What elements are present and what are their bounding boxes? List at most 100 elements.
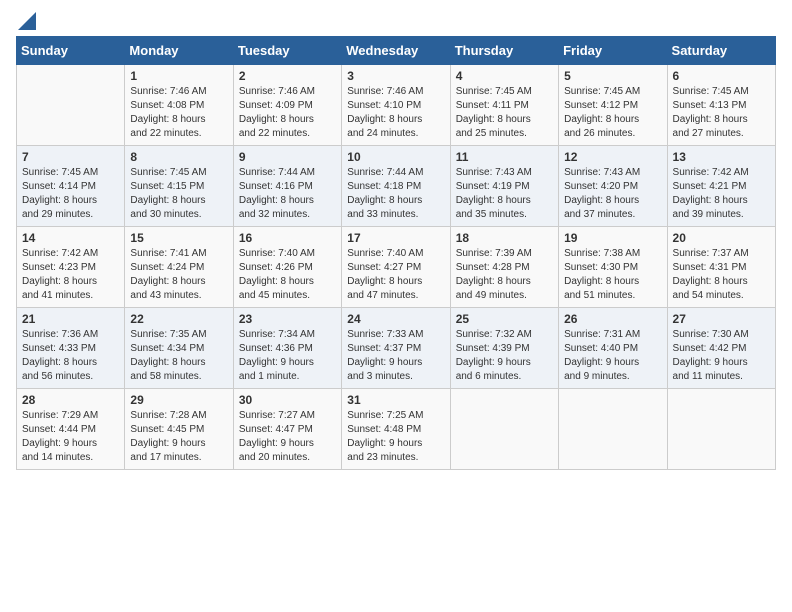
day-number: 12	[564, 150, 661, 164]
day-number: 18	[456, 231, 553, 245]
calendar-cell: 10 Sunrise: 7:44 AM Sunset: 4:18 PM Dayli…	[342, 146, 450, 227]
day-info: Sunrise: 7:27 AM Sunset: 4:47 PM Dayligh…	[239, 409, 336, 465]
day-info: Sunrise: 7:37 AM Sunset: 4:31 PM Dayligh…	[673, 247, 770, 303]
day-number: 17	[347, 231, 444, 245]
header-thursday: Thursday	[450, 37, 558, 65]
day-info: Sunrise: 7:31 AM Sunset: 4:40 PM Dayligh…	[564, 328, 661, 384]
day-info: Sunrise: 7:45 AM Sunset: 4:14 PM Dayligh…	[22, 166, 119, 222]
calendar-cell	[559, 389, 667, 470]
day-number: 9	[239, 150, 336, 164]
calendar-week-row: 28Sunrise: 7:29 AM Sunset: 4:44 PM Dayli…	[17, 389, 776, 470]
calendar-cell: 6 Sunrise: 7:45 AM Sunset: 4:13 PM Daylig…	[667, 65, 775, 146]
day-info: Sunrise: 7:46 AM Sunset: 4:10 PM Dayligh…	[347, 85, 444, 141]
day-info: Sunrise: 7:34 AM Sunset: 4:36 PM Dayligh…	[239, 328, 336, 384]
calendar-header-row: SundayMondayTuesdayWednesdayThursdayFrid…	[17, 37, 776, 65]
calendar-cell: 7 Sunrise: 7:45 AM Sunset: 4:14 PM Daylig…	[17, 146, 125, 227]
day-number: 10	[347, 150, 444, 164]
calendar-cell: 29 Sunrise: 7:28 AM Sunset: 4:45 PM Dayli…	[125, 389, 233, 470]
day-info: Sunrise: 7:45 AM Sunset: 4:15 PM Dayligh…	[130, 166, 227, 222]
day-info: Sunrise: 7:45 AM Sunset: 4:13 PM Dayligh…	[673, 85, 770, 141]
day-info: Sunrise: 7:44 AM Sunset: 4:16 PM Dayligh…	[239, 166, 336, 222]
day-number: 4	[456, 69, 553, 83]
day-info: Sunrise: 7:40 AM Sunset: 4:27 PM Dayligh…	[347, 247, 444, 303]
calendar-cell: 25 Sunrise: 7:32 AM Sunset: 4:39 PM Dayli…	[450, 308, 558, 389]
day-number: 21	[22, 312, 119, 326]
calendar-cell: 26 Sunrise: 7:31 AM Sunset: 4:40 PM Dayli…	[559, 308, 667, 389]
day-number: 30	[239, 393, 336, 407]
day-number: 3	[347, 69, 444, 83]
calendar-cell: 4 Sunrise: 7:45 AM Sunset: 4:11 PM Daylig…	[450, 65, 558, 146]
day-number: 7	[22, 150, 119, 164]
calendar-cell: 24 Sunrise: 7:33 AM Sunset: 4:37 PM Dayli…	[342, 308, 450, 389]
calendar-cell	[450, 389, 558, 470]
day-number: 13	[673, 150, 770, 164]
day-number: 29	[130, 393, 227, 407]
calendar-week-row: 7 Sunrise: 7:45 AM Sunset: 4:14 PM Daylig…	[17, 146, 776, 227]
day-info: Sunrise: 7:38 AM Sunset: 4:30 PM Dayligh…	[564, 247, 661, 303]
calendar-cell: 13Sunrise: 7:42 AM Sunset: 4:21 PM Dayli…	[667, 146, 775, 227]
day-number: 23	[239, 312, 336, 326]
calendar-cell: 31 Sunrise: 7:25 AM Sunset: 4:48 PM Dayli…	[342, 389, 450, 470]
calendar-table: SundayMondayTuesdayWednesdayThursdayFrid…	[16, 36, 776, 470]
calendar-cell: 17 Sunrise: 7:40 AM Sunset: 4:27 PM Dayli…	[342, 227, 450, 308]
day-number: 27	[673, 312, 770, 326]
calendar-cell: 28Sunrise: 7:29 AM Sunset: 4:44 PM Dayli…	[17, 389, 125, 470]
day-info: Sunrise: 7:45 AM Sunset: 4:12 PM Dayligh…	[564, 85, 661, 141]
day-info: Sunrise: 7:35 AM Sunset: 4:34 PM Dayligh…	[130, 328, 227, 384]
day-info: Sunrise: 7:40 AM Sunset: 4:26 PM Dayligh…	[239, 247, 336, 303]
calendar-week-row: 21 Sunrise: 7:36 AM Sunset: 4:33 PM Dayli…	[17, 308, 776, 389]
day-number: 1	[130, 69, 227, 83]
day-info: Sunrise: 7:46 AM Sunset: 4:08 PM Dayligh…	[130, 85, 227, 141]
day-number: 14	[22, 231, 119, 245]
day-number: 15	[130, 231, 227, 245]
calendar-cell: 3 Sunrise: 7:46 AM Sunset: 4:10 PM Daylig…	[342, 65, 450, 146]
page-header	[16, 16, 776, 26]
day-info: Sunrise: 7:36 AM Sunset: 4:33 PM Dayligh…	[22, 328, 119, 384]
day-info: Sunrise: 7:33 AM Sunset: 4:37 PM Dayligh…	[347, 328, 444, 384]
day-number: 25	[456, 312, 553, 326]
calendar-cell: 12Sunrise: 7:43 AM Sunset: 4:20 PM Dayli…	[559, 146, 667, 227]
day-number: 26	[564, 312, 661, 326]
day-number: 5	[564, 69, 661, 83]
day-number: 22	[130, 312, 227, 326]
day-info: Sunrise: 7:42 AM Sunset: 4:23 PM Dayligh…	[22, 247, 119, 303]
day-info: Sunrise: 7:46 AM Sunset: 4:09 PM Dayligh…	[239, 85, 336, 141]
calendar-cell: 11Sunrise: 7:43 AM Sunset: 4:19 PM Dayli…	[450, 146, 558, 227]
day-number: 6	[673, 69, 770, 83]
header-monday: Monday	[125, 37, 233, 65]
calendar-cell: 16 Sunrise: 7:40 AM Sunset: 4:26 PM Dayli…	[233, 227, 341, 308]
header-saturday: Saturday	[667, 37, 775, 65]
calendar-cell: 8 Sunrise: 7:45 AM Sunset: 4:15 PM Daylig…	[125, 146, 233, 227]
day-number: 2	[239, 69, 336, 83]
calendar-cell: 20 Sunrise: 7:37 AM Sunset: 4:31 PM Dayli…	[667, 227, 775, 308]
header-sunday: Sunday	[17, 37, 125, 65]
calendar-week-row: 1 Sunrise: 7:46 AM Sunset: 4:08 PM Daylig…	[17, 65, 776, 146]
calendar-cell: 5 Sunrise: 7:45 AM Sunset: 4:12 PM Daylig…	[559, 65, 667, 146]
logo	[16, 16, 36, 26]
calendar-week-row: 14 Sunrise: 7:42 AM Sunset: 4:23 PM Dayli…	[17, 227, 776, 308]
header-wednesday: Wednesday	[342, 37, 450, 65]
day-number: 24	[347, 312, 444, 326]
day-info: Sunrise: 7:45 AM Sunset: 4:11 PM Dayligh…	[456, 85, 553, 141]
calendar-cell: 1 Sunrise: 7:46 AM Sunset: 4:08 PM Daylig…	[125, 65, 233, 146]
logo-icon	[18, 12, 36, 30]
day-number: 28	[22, 393, 119, 407]
day-number: 11	[456, 150, 553, 164]
calendar-cell	[17, 65, 125, 146]
day-number: 20	[673, 231, 770, 245]
day-info: Sunrise: 7:39 AM Sunset: 4:28 PM Dayligh…	[456, 247, 553, 303]
day-info: Sunrise: 7:25 AM Sunset: 4:48 PM Dayligh…	[347, 409, 444, 465]
calendar-cell: 21 Sunrise: 7:36 AM Sunset: 4:33 PM Dayli…	[17, 308, 125, 389]
day-info: Sunrise: 7:44 AM Sunset: 4:18 PM Dayligh…	[347, 166, 444, 222]
calendar-cell: 18 Sunrise: 7:39 AM Sunset: 4:28 PM Dayli…	[450, 227, 558, 308]
calendar-cell: 23 Sunrise: 7:34 AM Sunset: 4:36 PM Dayli…	[233, 308, 341, 389]
day-info: Sunrise: 7:28 AM Sunset: 4:45 PM Dayligh…	[130, 409, 227, 465]
calendar-cell: 15Sunrise: 7:41 AM Sunset: 4:24 PM Dayli…	[125, 227, 233, 308]
calendar-cell: 2 Sunrise: 7:46 AM Sunset: 4:09 PM Daylig…	[233, 65, 341, 146]
calendar-cell: 22 Sunrise: 7:35 AM Sunset: 4:34 PM Dayli…	[125, 308, 233, 389]
day-number: 31	[347, 393, 444, 407]
day-number: 16	[239, 231, 336, 245]
day-info: Sunrise: 7:32 AM Sunset: 4:39 PM Dayligh…	[456, 328, 553, 384]
day-number: 8	[130, 150, 227, 164]
calendar-cell	[667, 389, 775, 470]
